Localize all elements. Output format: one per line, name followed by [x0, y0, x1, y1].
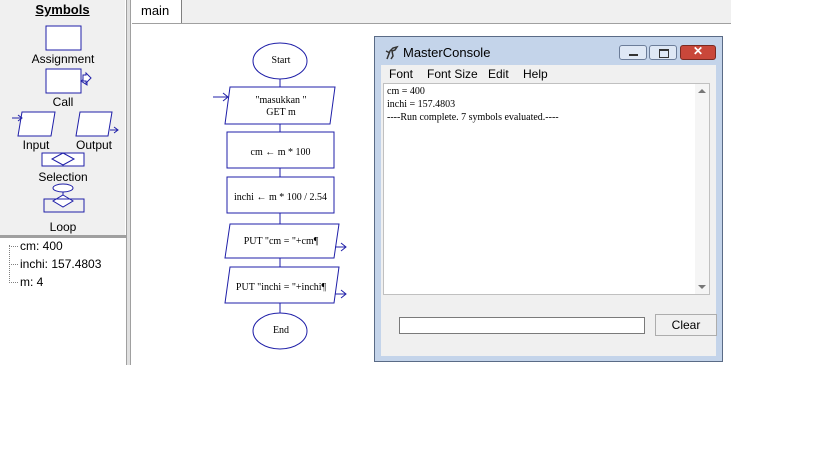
menu-font-size[interactable]: Font Size — [427, 67, 478, 81]
selection-symbol[interactable] — [41, 152, 85, 167]
master-console-window: MasterConsole ✕ Font Font Size Edit Help… — [374, 36, 723, 362]
output-line: ----Run complete. 7 symbols evaluated.--… — [387, 112, 559, 123]
assign-inchi-label: inchi ← m * 100 / 2.54 — [233, 192, 328, 203]
console-input[interactable] — [399, 317, 645, 334]
tab-strip — [132, 0, 731, 24]
output-cm-label: PUT "cm = "+cm¶ — [243, 236, 319, 247]
clear-button[interactable]: Clear — [655, 314, 717, 336]
variable-item[interactable]: m: 4 — [20, 275, 43, 289]
loop-symbol[interactable] — [43, 183, 85, 213]
scroll-down-icon[interactable] — [698, 285, 706, 289]
loop-label: Loop — [49, 220, 77, 234]
minimize-icon — [629, 54, 638, 56]
console-body: cm = 400 inchi = 157.4803 ----Run comple… — [381, 83, 717, 356]
menu-font[interactable]: Font — [389, 67, 413, 81]
output-line: cm = 400 — [387, 86, 425, 97]
maximize-icon — [659, 49, 669, 58]
menu-help[interactable]: Help — [523, 67, 548, 81]
variable-item[interactable]: inchi: 157.4803 — [20, 257, 101, 271]
console-menu-bar: Font Font Size Edit Help — [381, 65, 716, 83]
output-inchi-label: PUT "inchi = "+inchi¶ — [235, 282, 327, 293]
input-get-label: GET m — [266, 107, 296, 118]
end-label: End — [272, 325, 290, 336]
raptor-app-icon — [385, 45, 399, 60]
variable-item[interactable]: cm: 400 — [20, 239, 63, 253]
tree-branch — [9, 264, 18, 265]
scroll-up-icon[interactable] — [698, 89, 706, 93]
symbols-panel: Symbols Assignment Call Input Output Sel… — [0, 0, 125, 236]
assignment-symbol[interactable] — [45, 25, 82, 51]
panel-splitter-vertical[interactable] — [126, 0, 131, 365]
output-line: inchi = 157.4803 — [387, 99, 456, 110]
menu-edit[interactable]: Edit — [488, 67, 509, 81]
tab-main[interactable]: main — [132, 0, 182, 23]
output-scrollbar[interactable] — [695, 84, 709, 294]
window-title: MasterConsole — [403, 45, 491, 60]
output-symbol[interactable] — [75, 111, 119, 137]
input-symbol[interactable] — [12, 111, 56, 137]
close-icon: ✕ — [693, 44, 704, 58]
minimize-button[interactable] — [619, 45, 647, 60]
assignment-label: Assignment — [31, 52, 95, 66]
maximize-button[interactable] — [649, 45, 677, 60]
input-prompt-label: "masukkan " — [255, 95, 307, 106]
close-button[interactable]: ✕ — [680, 44, 716, 60]
symbol-palette — [12, 25, 119, 213]
start-label: Start — [271, 55, 291, 66]
assign-cm-label: cm ← m * 100 — [250, 147, 311, 158]
input-label: Input — [22, 138, 50, 152]
call-label: Call — [52, 95, 74, 109]
tree-branch — [9, 246, 18, 247]
selection-label: Selection — [38, 170, 88, 184]
call-symbol[interactable] — [45, 68, 92, 94]
console-output[interactable]: cm = 400 inchi = 157.4803 ----Run comple… — [383, 83, 710, 295]
output-label: Output — [75, 138, 113, 152]
tree-branch — [9, 282, 18, 283]
